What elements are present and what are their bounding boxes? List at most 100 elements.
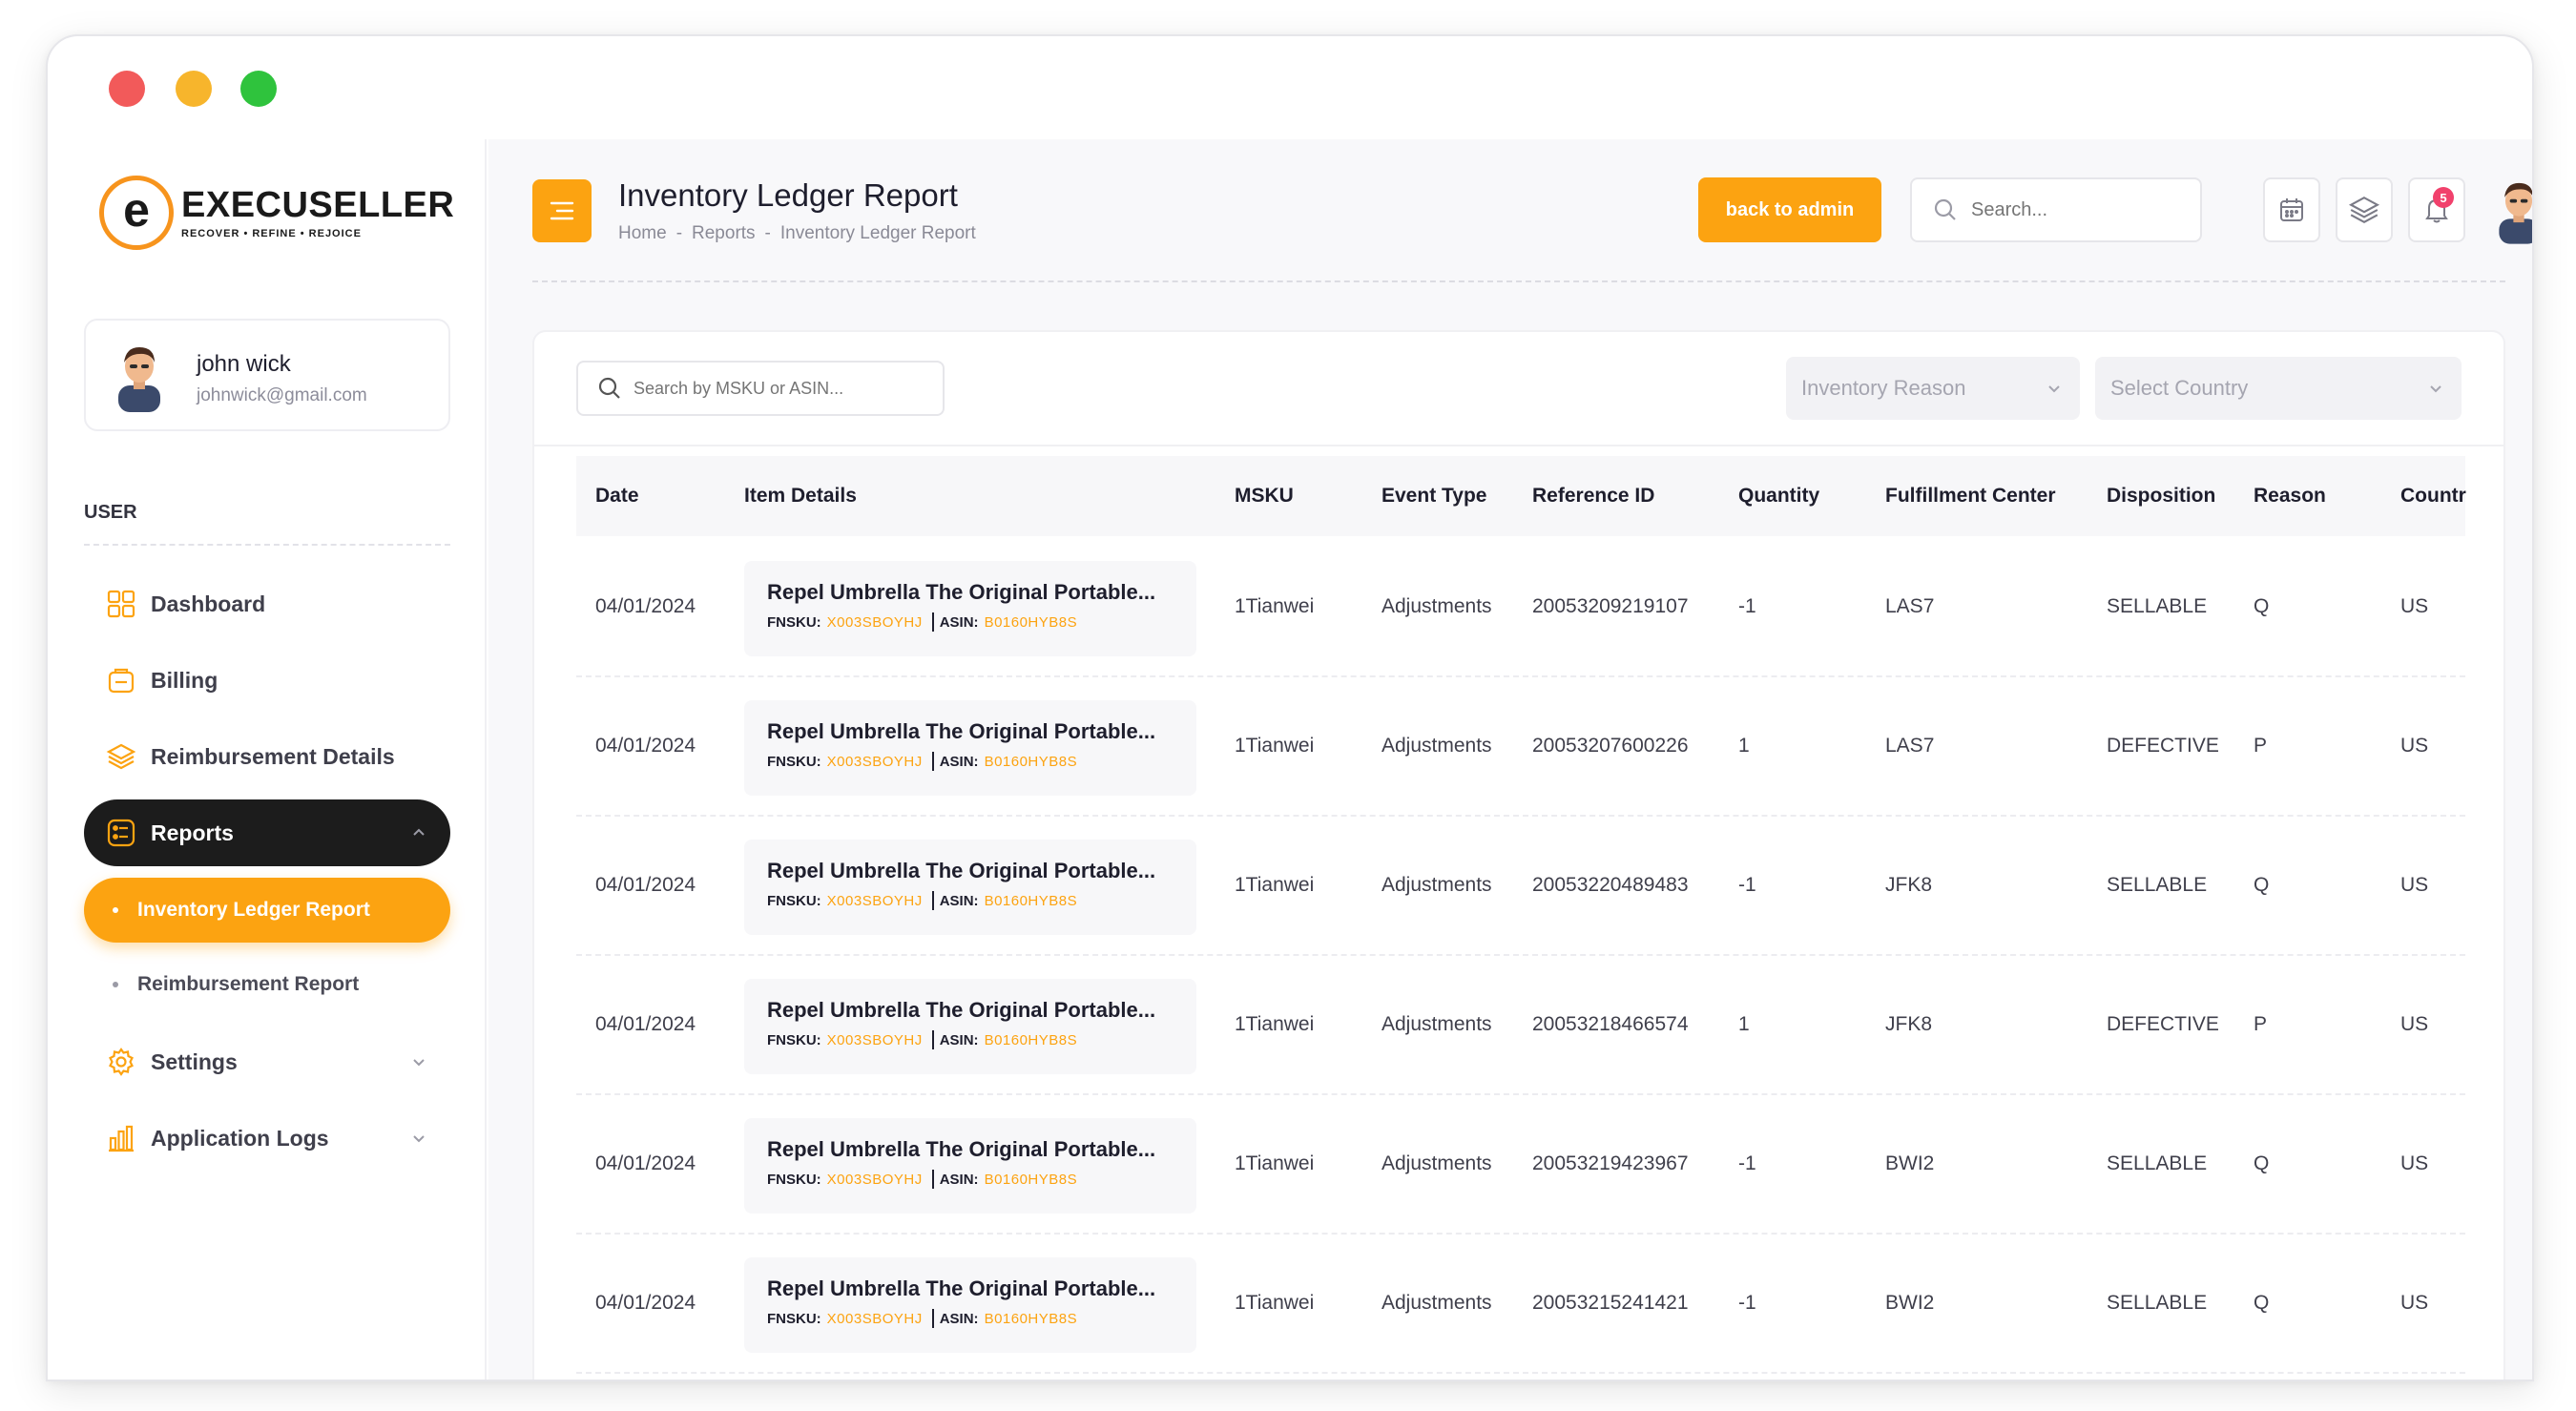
fnsku-value: X003SBOYHJ [826,892,923,909]
cell-date: 04/01/2024 [595,874,696,896]
sidebar-item-label: Application Logs [151,1125,329,1151]
cell-country: US [2400,595,2429,617]
main-content: Inventory Ledger Report Home - Reports -… [488,139,2532,1380]
column-header-date[interactable]: Date [595,456,639,536]
column-header-disposition[interactable]: Disposition [2107,456,2215,536]
item-details[interactable]: Repel Umbrella The Original Portable... F… [744,700,1196,796]
sidebar-item-reimbursement-details[interactable]: Reimbursement Details [84,723,450,790]
table-row[interactable]: 04/01/2024 1Tianwei Adjustments 20053220489… [576,817,2465,956]
item-details[interactable]: Repel Umbrella The Original Portable... F… [744,1118,1196,1214]
column-header-fulfillment-center[interactable]: Fulfillment Center [1885,456,2056,536]
back-to-admin-button[interactable]: back to admin [1698,177,1881,242]
column-header-quantity[interactable]: Quantity [1738,456,1819,536]
table-search-input[interactable] [634,378,920,399]
cell-msku: 1Tianwei [1235,874,1315,896]
report-card: Inventory Reason Select Country Date Ite… [532,330,2505,1380]
header-divider [532,280,2505,282]
table-row[interactable]: 04/01/2024 1Tianwei Adjustments 20053207600… [576,677,2465,817]
cell-quantity: -1 [1738,595,1756,617]
sidebar-item-billing[interactable]: Billing [84,647,450,714]
fnsku-label: FNSKU: [767,1310,821,1327]
item-title: Repel Umbrella The Original Portable... [767,859,1156,882]
search-icon [598,377,620,399]
cell-disposition: DEFECTIVE [2107,735,2219,757]
notification-badge: 5 [2433,187,2454,208]
cell-date: 04/01/2024 [595,735,696,757]
brand-logo[interactable]: e EXECUSELLER RECOVER • REFINE • REJOICE [99,176,454,250]
layers-icon [105,740,137,773]
table-row[interactable]: 04/01/2024 1Tianwei Adjustments 20053209219… [576,538,2465,677]
table-row[interactable]: 04/01/2024 1Tianwei Adjustments 20053215241… [576,1235,2465,1374]
separator [931,891,934,910]
layers-button[interactable] [2336,177,2393,242]
cell-reason: Q [2254,1152,2270,1174]
sidebar-item-application-logs[interactable]: Application Logs [84,1105,450,1172]
cell-quantity: -1 [1738,874,1756,896]
item-details[interactable]: Repel Umbrella The Original Portable... F… [744,840,1196,935]
table-row[interactable]: 04/01/2024 1Tianwei Adjustments 20053219423… [576,1095,2465,1235]
item-title: Repel Umbrella The Original Portable... [767,719,1156,743]
fnsku-value: X003SBOYHJ [826,1171,923,1188]
item-identifiers: FNSKU: X003SBOYHJ ASIN: B0160HYB8S [767,891,1196,910]
table-row[interactable]: 04/01/2024 1Tianwei Adjustments 20053218466… [576,956,2465,1095]
window-titlebar [48,36,2532,139]
layers-icon [2348,197,2380,223]
cell-country: US [2400,1013,2429,1035]
fnsku-label: FNSKU: [767,613,821,631]
sidebar-divider [84,544,450,546]
notifications-button[interactable]: 5 [2408,177,2465,242]
sidebar-item-label: Settings [151,1048,238,1074]
item-details[interactable]: Repel Umbrella The Original Portable... F… [744,1257,1196,1353]
user-profile-card[interactable]: john wick johnwick@gmail.com [84,319,450,431]
cell-country: US [2400,735,2429,757]
sidebar-item-dashboard[interactable]: Dashboard [84,571,450,637]
sidebar-item-reports[interactable]: Reports [84,799,450,866]
sidebar-item-settings[interactable]: Settings [84,1028,450,1095]
asin-value: B0160HYB8S [984,753,1078,770]
breadcrumb-home[interactable]: Home [618,223,667,244]
cell-event-type: Adjustments [1381,735,1492,757]
cell-fulfillment-center: LAS7 [1885,735,1935,757]
menu-toggle-button[interactable] [532,179,592,242]
chevron-down-icon [413,1059,425,1067]
column-header-reference-id[interactable]: Reference ID [1532,456,1654,536]
sidebar-subitem-reimbursement-report[interactable]: Reimbursement Report [84,952,450,1017]
cell-msku: 1Tianwei [1235,595,1315,617]
logo-mark-icon: e [99,176,174,250]
item-title: Repel Umbrella The Original Portable... [767,1276,1156,1300]
sidebar-subitem-inventory-ledger-report[interactable]: Inventory Ledger Report [84,878,450,943]
chevron-down-icon [413,1135,425,1143]
asin-value: B0160HYB8S [984,613,1078,631]
cell-date: 04/01/2024 [595,1292,696,1314]
table-search[interactable] [576,361,945,416]
cell-fulfillment-center: JFK8 [1885,874,1933,896]
maximize-window-button[interactable] [240,71,277,107]
breadcrumb-reports[interactable]: Reports [692,223,756,244]
asin-label: ASIN: [939,1310,979,1327]
country-select[interactable]: Select Country [2095,357,2462,420]
column-header-event-type[interactable]: Event Type [1381,456,1486,536]
cell-fulfillment-center: LAS7 [1885,595,1935,617]
asin-label: ASIN: [939,613,979,631]
item-details[interactable]: Repel Umbrella The Original Portable... F… [744,561,1196,656]
asin-value: B0160HYB8S [984,892,1078,909]
cell-reference-id: 20053218466574 [1532,1013,1689,1035]
item-details[interactable]: Repel Umbrella The Original Portable... F… [744,979,1196,1074]
cell-msku: 1Tianwei [1235,1152,1315,1174]
sidebar-subitem-label: Inventory Ledger Report [137,899,370,921]
item-title: Repel Umbrella The Original Portable... [767,580,1156,604]
column-header-country[interactable]: Countr [2400,456,2466,536]
global-search[interactable] [1910,177,2202,242]
column-header-reason[interactable]: Reason [2254,456,2326,536]
global-search-input[interactable] [1971,198,2181,221]
sidebar-subitem-label: Reimbursement Report [137,973,360,995]
minimize-window-button[interactable] [176,71,212,107]
column-header-msku[interactable]: MSKU [1235,456,1294,536]
column-header-item-details[interactable]: Item Details [744,456,857,536]
inventory-reason-select[interactable]: Inventory Reason [1786,357,2080,420]
item-identifiers: FNSKU: X003SBOYHJ ASIN: B0160HYB8S [767,752,1196,771]
avatar[interactable] [2490,176,2534,244]
close-window-button[interactable] [109,71,145,107]
calendar-button[interactable] [2263,177,2320,242]
avatar [118,347,160,412]
